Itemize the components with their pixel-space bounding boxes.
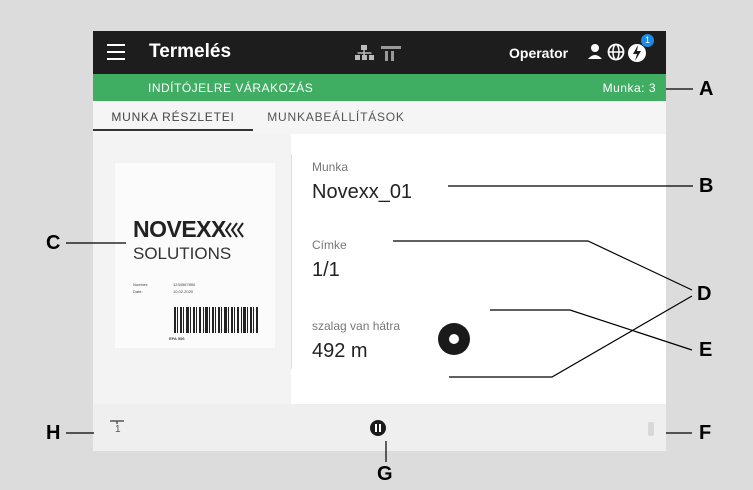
callout-e: E [699,339,713,361]
callout-g: G [377,463,393,485]
callout-h: H [46,422,61,444]
callout-c: C [46,232,61,254]
callout-a: A [699,78,714,100]
callout-b: B [699,175,714,197]
callout-f: F [699,422,712,444]
callout-d: D [697,283,712,305]
callout-lines [66,88,693,462]
